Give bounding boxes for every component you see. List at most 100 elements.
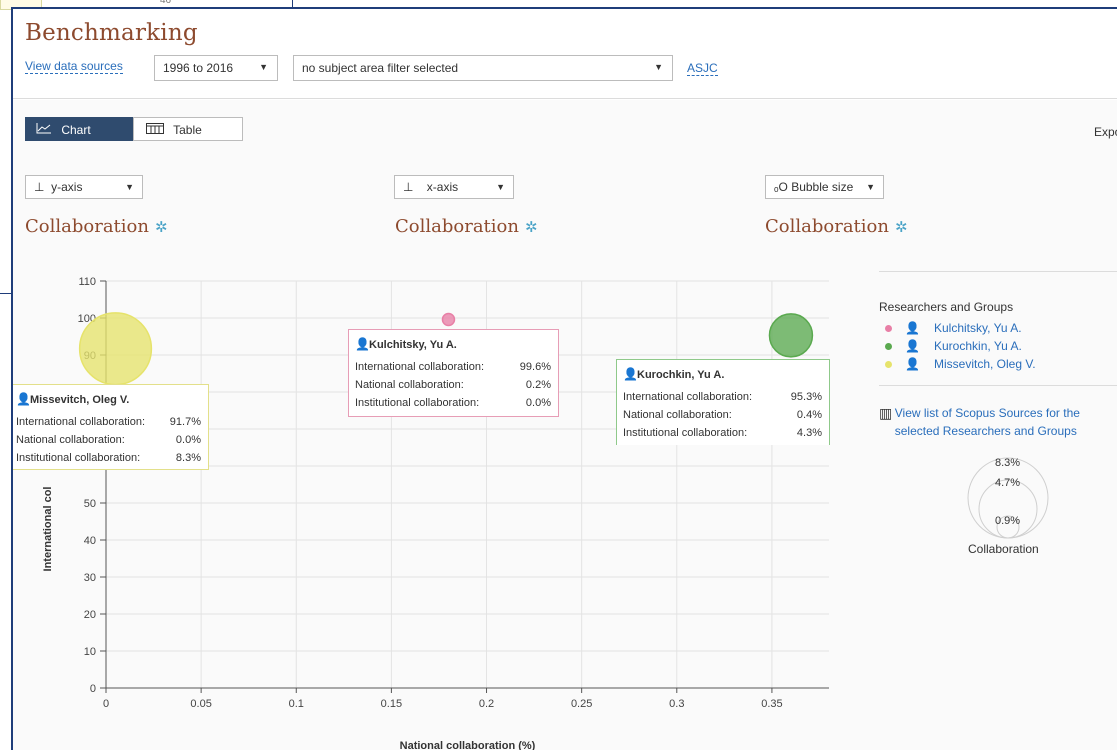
legend-item-kulchitsky[interactable]: 👤 Kulchitsky, Yu A.	[879, 319, 1117, 337]
x-axis-label: x-axis	[426, 180, 459, 194]
legend-dot	[885, 324, 892, 332]
gear-icon[interactable]: ✲	[155, 218, 168, 236]
scopus-sources-label: View list of Scopus Sources for the sele…	[894, 406, 1080, 438]
person-icon: 👤	[905, 339, 920, 353]
tooltip-row: National collaboration: 0.2%	[355, 379, 551, 391]
benchmarking-panel: Benchmarking View data sources 1996 to 2…	[11, 7, 1117, 750]
table-icon	[146, 123, 164, 137]
person-icon: 👤	[623, 367, 638, 381]
bubble-key-caption: Collaboration	[968, 542, 1039, 556]
y-axis-icon: ⊥	[34, 180, 52, 194]
table-view-button[interactable]: Table	[133, 117, 243, 141]
y-metric-title: Collaboration ✲	[25, 216, 168, 237]
bubble-key-value: 8.3%	[995, 457, 1021, 469]
x-axis-icon: ⊥	[403, 180, 427, 194]
tooltip-kulchitsky-name: 👤Kulchitsky, Yu A.	[355, 337, 457, 351]
y-tick-label: 40	[84, 535, 96, 547]
table-view-label: Table	[173, 123, 202, 137]
x-tick-label: 0.3	[669, 698, 684, 710]
view-data-sources-link[interactable]: View data sources	[25, 59, 123, 74]
legend-divider	[879, 385, 1117, 386]
bubble-size-select[interactable]: ₒO Bubble size ▼	[765, 175, 884, 199]
tooltip-row: International collaboration: 91.7%	[16, 416, 201, 428]
legend-item-kurochkin[interactable]: 👤 Kurochkin, Yu A.	[879, 337, 1117, 355]
legend-dot	[885, 360, 892, 368]
x-metric-title: Collaboration ✲	[395, 216, 538, 237]
tooltip-row: International collaboration: 99.6%	[355, 361, 551, 373]
chevron-down-icon: ▼	[125, 182, 134, 192]
y-metric-label: Collaboration	[25, 216, 149, 237]
tooltip-missevitch-name: 👤Missevitch, Oleg V.	[16, 392, 130, 406]
year-range-select[interactable]: 1996 to 2016 ▼	[154, 55, 278, 81]
bubble-metric-title: Collaboration ✲	[765, 216, 908, 237]
header: Benchmarking View data sources 1996 to 2…	[13, 9, 1117, 99]
bubble-point[interactable]	[768, 313, 814, 358]
legend-dot	[885, 342, 892, 350]
book-icon: ▥	[879, 405, 893, 421]
chevron-down-icon: ▼	[496, 182, 505, 192]
bubble-size-label: Bubble size	[791, 180, 854, 194]
tooltip-kulchitsky: 👤Kulchitsky, Yu A. International collabo…	[348, 329, 559, 417]
legend-item-label: Missevitch, Oleg V.	[934, 357, 1036, 371]
subject-area-select[interactable]: no subject area filter selected ▼	[293, 55, 673, 81]
bubble-size-icon: ₒO	[774, 180, 792, 194]
legend-item-label: Kulchitsky, Yu A.	[934, 321, 1022, 335]
tooltip-row: National collaboration: 0.0%	[16, 434, 201, 446]
gear-icon[interactable]: ✲	[895, 218, 908, 236]
bubble-key-value: 4.7%	[995, 477, 1021, 489]
chart-view-button[interactable]: Chart	[25, 117, 133, 141]
subject-area-value: no subject area filter selected	[302, 61, 459, 75]
chevron-down-icon: ▼	[866, 182, 875, 192]
tooltip-missevitch: 👤Missevitch, Oleg V. International colla…	[13, 384, 209, 470]
x-tick-label: 0.1	[289, 698, 304, 710]
y-tick-label: 0	[90, 683, 96, 695]
tooltip-row: International collaboration: 95.3%	[623, 391, 822, 403]
person-icon: 👤	[16, 392, 31, 406]
chevron-down-icon: ▼	[259, 62, 268, 72]
left-edge-marker	[0, 293, 11, 294]
x-tick-label: 0.05	[190, 698, 211, 710]
x-axis-select[interactable]: ⊥ x-axis ▼	[394, 175, 514, 199]
x-metric-label: Collaboration	[395, 216, 519, 237]
y-axis-title: International col	[42, 487, 54, 572]
y-axis-label: y-axis	[51, 180, 83, 194]
x-tick-label: 0.2	[479, 698, 494, 710]
legend-item-label: Kurochkin, Yu A.	[934, 339, 1022, 353]
legend-title: Researchers and Groups	[879, 300, 1014, 314]
line-chart-icon	[36, 123, 52, 137]
y-tick-label: 20	[84, 609, 96, 621]
scopus-sources-link[interactable]: ▥ View list of Scopus Sources for the se…	[879, 404, 1117, 440]
bubble-point[interactable]	[441, 312, 456, 327]
y-tick-label: 50	[84, 498, 96, 510]
bubble-key-circles	[967, 457, 1049, 539]
y-tick-label: 110	[78, 276, 96, 288]
bubble-key-value: 0.9%	[995, 515, 1021, 527]
x-axis-title: National collaboration (%)	[400, 740, 536, 750]
y-axis-select[interactable]: ⊥ y-axis ▼	[25, 175, 143, 199]
chevron-down-icon: ▼	[654, 62, 663, 72]
chart-view-label: Chart	[61, 123, 91, 137]
tooltip-row: National collaboration: 0.4%	[623, 409, 822, 421]
person-icon: 👤	[905, 357, 920, 371]
person-icon: 👤	[355, 337, 370, 351]
y-tick-label: 10	[84, 646, 96, 658]
bubble-point[interactable]	[78, 312, 153, 386]
x-tick-label: 0.35	[761, 698, 782, 710]
export-button[interactable]: Expo	[1094, 125, 1117, 139]
year-range-value: 1996 to 2016	[163, 61, 234, 75]
asjc-link[interactable]: ASJC	[687, 61, 718, 76]
tooltip-kurochkin: 👤Kurochkin, Yu A. International collabor…	[616, 359, 830, 445]
tooltip-kurochkin-name: 👤Kurochkin, Yu A.	[623, 367, 725, 381]
page-title: Benchmarking	[25, 20, 198, 46]
bubble-size-key: 8.3% 4.7% 0.9% Collaboration	[963, 456, 1053, 566]
top-fragment-number: 46	[160, 0, 172, 6]
legend-item-missevitch[interactable]: 👤 Missevitch, Oleg V.	[879, 355, 1117, 373]
gear-icon[interactable]: ✲	[525, 218, 538, 236]
bubble-metric-label: Collaboration	[765, 216, 889, 237]
x-tick-label: 0.25	[571, 698, 592, 710]
tooltip-row: Institutional collaboration: 4.3%	[623, 427, 822, 439]
x-tick-label: 0.15	[381, 698, 402, 710]
tooltip-row: Institutional collaboration: 8.3%	[16, 452, 201, 464]
x-tick-label: 0	[103, 698, 109, 710]
legend: Researchers and Groups 👤 Kulchitsky, Yu …	[879, 271, 1117, 386]
